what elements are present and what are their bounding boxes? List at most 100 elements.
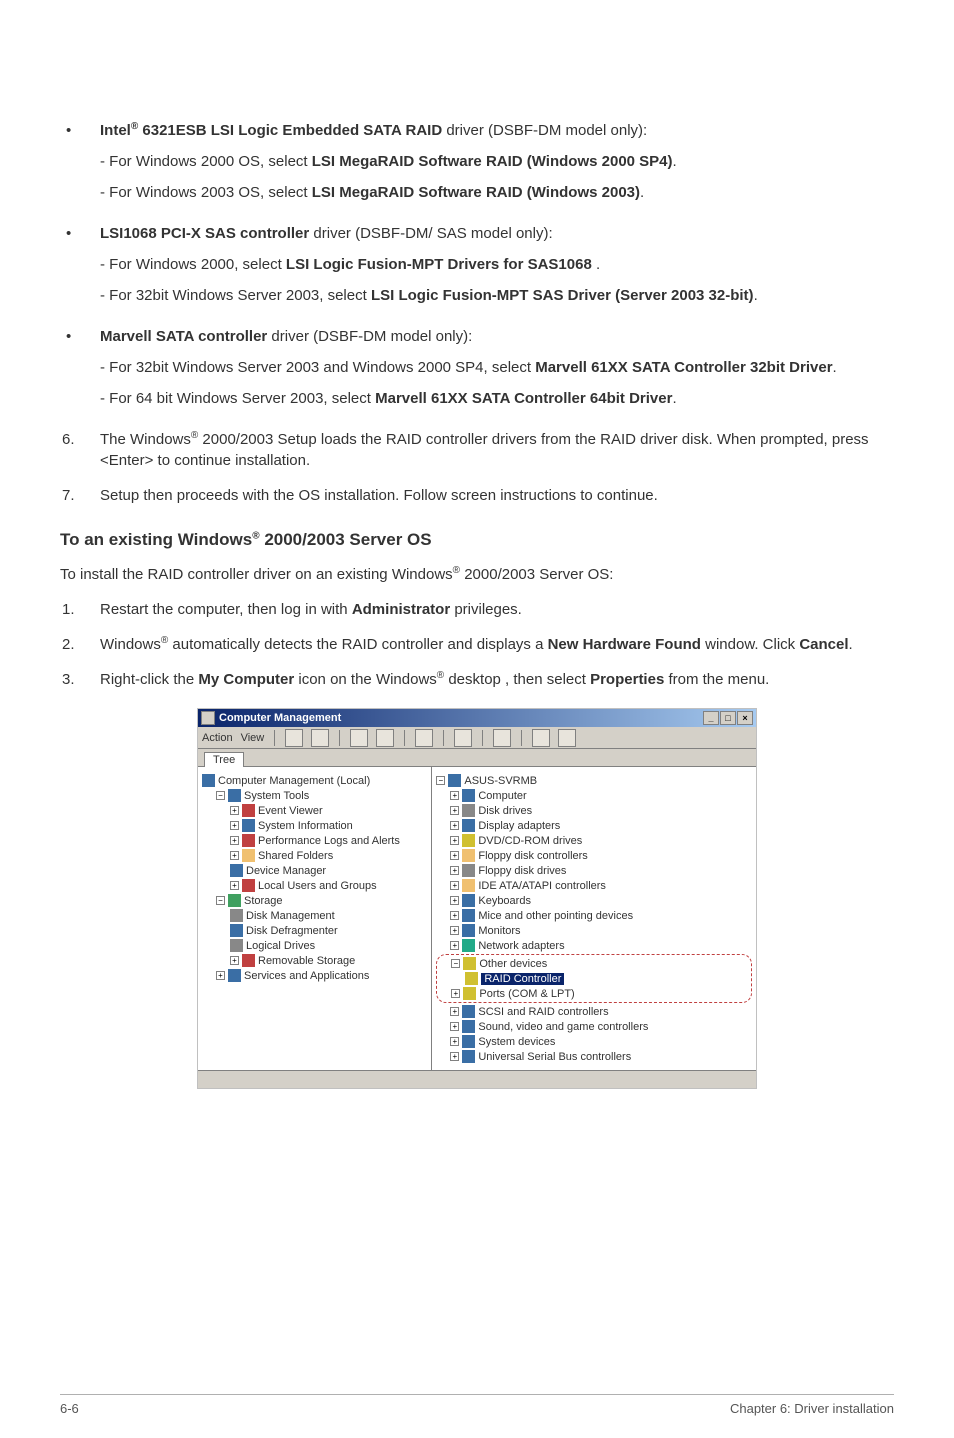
tree-item[interactable]: Disk Defragmenter <box>202 923 427 938</box>
expand-icon[interactable]: + <box>450 941 459 950</box>
device-item-raid[interactable]: RAID Controller <box>437 971 751 986</box>
maximize-button[interactable]: □ <box>720 711 736 725</box>
device-item[interactable]: +Monitors <box>436 923 752 938</box>
expand-icon[interactable]: + <box>450 1037 459 1046</box>
bullet-text: Intel® 6321ESB LSI Logic Embedded SATA R… <box>100 120 894 141</box>
dvd-icon <box>462 834 475 847</box>
toolbar-icon[interactable] <box>558 729 576 747</box>
floppy-ctrl-icon <box>462 849 475 862</box>
device-item[interactable]: +Floppy disk drives <box>436 863 752 878</box>
tree-item[interactable]: +Removable Storage <box>202 953 427 968</box>
tree-item[interactable]: Device Manager <box>202 863 427 878</box>
expand-icon[interactable]: + <box>451 989 460 998</box>
expand-icon[interactable]: + <box>230 881 239 890</box>
tree-item[interactable]: +Services and Applications <box>202 968 427 983</box>
toolbar-icon[interactable] <box>350 729 368 747</box>
close-button[interactable]: × <box>737 711 753 725</box>
toolbar-icon[interactable] <box>493 729 511 747</box>
expand-icon[interactable]: + <box>450 866 459 875</box>
toolbar-back-icon[interactable] <box>285 729 303 747</box>
device-item[interactable]: +Ports (COM & LPT) <box>437 986 751 1001</box>
disk-icon <box>230 909 243 922</box>
sub-item: - For 32bit Windows Server 2003, select … <box>100 285 894 306</box>
collapse-icon[interactable]: − <box>451 959 460 968</box>
bullet-marker: • <box>60 120 100 209</box>
minimize-button[interactable]: _ <box>703 711 719 725</box>
bullet-marker: • <box>60 326 100 415</box>
expand-icon[interactable]: + <box>230 956 239 965</box>
intro-paragraph: To install the RAID controller driver on… <box>60 564 894 585</box>
tree-item[interactable]: +Shared Folders <box>202 848 427 863</box>
bullet-item-marvell: • Marvell SATA controller driver (DSBF-D… <box>60 326 894 415</box>
page-number: 6-6 <box>60 1401 79 1416</box>
step-2: 2. Windows® automatically detects the RA… <box>60 634 894 655</box>
device-root[interactable]: −ASUS-SVRMB <box>436 773 752 788</box>
device-item[interactable]: +Sound, video and game controllers <box>436 1019 752 1034</box>
scsi-icon <box>462 1005 475 1018</box>
bullet-item-lsi: • LSI1068 PCI-X SAS controller driver (D… <box>60 223 894 312</box>
expand-icon[interactable]: + <box>450 1022 459 1031</box>
tree-item[interactable]: Logical Drives <box>202 938 427 953</box>
tree-item[interactable]: −Storage <box>202 893 427 908</box>
collapse-icon[interactable]: − <box>216 896 225 905</box>
event-icon <box>242 804 255 817</box>
tree-item[interactable]: Disk Management <box>202 908 427 923</box>
menu-action[interactable]: Action <box>202 732 233 744</box>
device-item[interactable]: +Keyboards <box>436 893 752 908</box>
collapse-icon[interactable]: − <box>216 791 225 800</box>
menu-view[interactable]: View <box>241 732 265 744</box>
tree-item[interactable]: +Performance Logs and Alerts <box>202 833 427 848</box>
question-icon <box>465 972 478 985</box>
expand-icon[interactable]: + <box>216 971 225 980</box>
computer-icon <box>202 774 215 787</box>
expand-icon[interactable]: + <box>450 881 459 890</box>
device-item[interactable]: +Universal Serial Bus controllers <box>436 1049 752 1064</box>
expand-icon[interactable]: + <box>450 896 459 905</box>
expand-icon[interactable]: + <box>230 851 239 860</box>
folder-icon <box>242 849 255 862</box>
tree-item[interactable]: +Event Viewer <box>202 803 427 818</box>
collapse-icon[interactable]: − <box>436 776 445 785</box>
device-item[interactable]: +Mice and other pointing devices <box>436 908 752 923</box>
device-item[interactable]: +Network adapters <box>436 938 752 953</box>
tree-item[interactable]: −System Tools <box>202 788 427 803</box>
tab-tree[interactable]: Tree <box>204 752 244 767</box>
tree-item[interactable]: +Local Users and Groups <box>202 878 427 893</box>
toolbar-icon[interactable] <box>454 729 472 747</box>
expand-icon[interactable]: + <box>230 836 239 845</box>
bullet-marker: • <box>60 223 100 312</box>
expand-icon[interactable]: + <box>450 1052 459 1061</box>
device-item[interactable]: +Display adapters <box>436 818 752 833</box>
expand-icon[interactable]: + <box>450 806 459 815</box>
bullet-item-intel: • Intel® 6321ESB LSI Logic Embedded SATA… <box>60 120 894 209</box>
perf-icon <box>242 834 255 847</box>
bullet-content: Intel® 6321ESB LSI Logic Embedded SATA R… <box>100 120 894 209</box>
device-item[interactable]: +IDE ATA/ATAPI controllers <box>436 878 752 893</box>
expand-icon[interactable]: + <box>230 821 239 830</box>
tree-root[interactable]: Computer Management (Local) <box>202 773 427 788</box>
toolbar-icon[interactable] <box>532 729 550 747</box>
ide-icon <box>462 879 475 892</box>
device-item[interactable]: +System devices <box>436 1034 752 1049</box>
titlebar: Computer Management _ □ × <box>198 709 756 727</box>
device-item[interactable]: +Disk drives <box>436 803 752 818</box>
device-item[interactable]: +Computer <box>436 788 752 803</box>
expand-icon[interactable]: + <box>450 821 459 830</box>
device-item[interactable]: +SCSI and RAID controllers <box>436 1004 752 1019</box>
tree-item[interactable]: +System Information <box>202 818 427 833</box>
toolbar-icon[interactable] <box>376 729 394 747</box>
expand-icon[interactable]: + <box>450 836 459 845</box>
sub-item: - For Windows 2000 OS, select LSI MegaRA… <box>100 151 894 172</box>
expand-icon[interactable]: + <box>450 911 459 920</box>
expand-icon[interactable]: + <box>450 791 459 800</box>
device-item-other[interactable]: −Other devices <box>437 956 751 971</box>
disk-icon <box>462 804 475 817</box>
expand-icon[interactable]: + <box>230 806 239 815</box>
expand-icon[interactable]: + <box>450 1007 459 1016</box>
expand-icon[interactable]: + <box>450 851 459 860</box>
device-item[interactable]: +Floppy disk controllers <box>436 848 752 863</box>
toolbar-icon[interactable] <box>415 729 433 747</box>
device-item[interactable]: +DVD/CD-ROM drives <box>436 833 752 848</box>
toolbar-forward-icon[interactable] <box>311 729 329 747</box>
expand-icon[interactable]: + <box>450 926 459 935</box>
